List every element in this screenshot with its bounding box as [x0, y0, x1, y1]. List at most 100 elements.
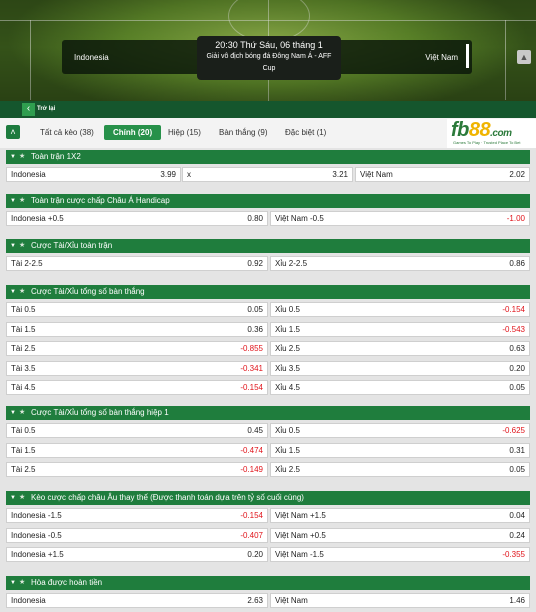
odds-cell[interactable]: Xỉu 2.5 0.05 — [270, 462, 530, 477]
odds-value: 0.86 — [509, 259, 525, 268]
collapse-all-icon[interactable]: ˄ — [6, 125, 20, 139]
collapse-arrow-icon[interactable]: ▼ — [10, 194, 16, 208]
collapse-arrow-icon[interactable]: ▼ — [10, 491, 16, 505]
odds-cell[interactable]: Việt Nam +1.5 0.04 — [270, 508, 530, 523]
tab-half[interactable]: Hiệp (15) — [168, 128, 201, 137]
market-header[interactable]: ▼ ★ Cược Tài/Xỉu toàn trận — [6, 239, 530, 253]
market-header[interactable]: ▼ ★ Cược Tài/Xỉu tổng số bàn thắng — [6, 285, 530, 299]
selection-label: Xỉu 2-2.5 — [275, 259, 308, 268]
selection-label: Indonesia -1.5 — [11, 511, 62, 520]
odds-cell[interactable]: Tài 3.5 -0.341 — [6, 361, 268, 376]
odds-cell[interactable]: Indonesia 3.99 — [6, 167, 181, 182]
selection-label: Tài 2-2.5 — [11, 259, 43, 268]
odds-cell[interactable]: x 3.21 — [182, 167, 353, 182]
odds-cell[interactable]: Tài 0.5 0.05 — [6, 302, 268, 317]
favorite-star-icon[interactable]: ★ — [19, 194, 25, 208]
selection-label: Tài 0.5 — [11, 305, 36, 314]
odds-cell[interactable]: Tài 2-2.5 0.92 — [6, 256, 268, 271]
odds-cell[interactable]: Tài 2.5 -0.149 — [6, 462, 268, 477]
selection-label: Việt Nam — [360, 170, 393, 179]
selection-label: Indonesia — [11, 596, 46, 605]
favorite-star-icon[interactable]: ★ — [19, 406, 25, 420]
odds-cell[interactable]: Indonesia -1.5 -0.154 — [6, 508, 268, 523]
odds-value: 0.63 — [509, 344, 525, 353]
match-time-box: 20:30 Thứ Sáu, 06 tháng 1 Giải vô địch b… — [197, 36, 341, 80]
tab-goals[interactable]: Bàn thắng (9) — [219, 128, 267, 137]
selection-label: x — [187, 170, 191, 179]
favorite-star-icon[interactable]: ★ — [19, 150, 25, 164]
odds-value: 0.05 — [509, 383, 525, 392]
odds-cell[interactable]: Xỉu 1.5 0.31 — [270, 443, 530, 458]
selection-label: Xỉu 3.5 — [275, 364, 300, 373]
odds-cell[interactable]: Tài 4.5 -0.154 — [6, 380, 268, 395]
odds-cell[interactable]: Việt Nam +0.5 0.24 — [270, 528, 530, 543]
odds-value: -0.474 — [240, 446, 263, 455]
odds-value: 2.02 — [509, 170, 525, 179]
odds-cell[interactable]: Việt Nam -1.5 -0.355 — [270, 547, 530, 562]
favorite-star-icon[interactable]: ★ — [19, 576, 25, 590]
back-link[interactable]: Trở lại — [37, 106, 55, 112]
odds-cell[interactable]: Xỉu 2.5 0.63 — [270, 341, 530, 356]
tab-all[interactable]: Tất cả kèo (38) — [40, 128, 94, 137]
market-header[interactable]: ▼ ★ Hòa được hoàn tiền — [6, 576, 530, 590]
collapse-arrow-icon[interactable]: ▼ — [10, 576, 16, 590]
selection-label: Xỉu 1.5 — [275, 325, 300, 334]
selection-label: Xỉu 0.5 — [275, 305, 300, 314]
odds-cell[interactable]: Tài 1.5 0.36 — [6, 322, 268, 337]
selection-label: Xỉu 0.5 — [275, 426, 300, 435]
odds-value: 3.21 — [332, 170, 348, 179]
odds-cell[interactable]: Xỉu 3.5 0.20 — [270, 361, 530, 376]
pin-icon[interactable]: ▲ — [517, 50, 531, 64]
odds-cell[interactable]: Xỉu 0.5 -0.625 — [270, 423, 530, 438]
market-title: Toàn trận cược chấp Châu Á Handicap — [31, 196, 170, 205]
odds-value: -0.355 — [502, 550, 525, 559]
odds-value: -0.855 — [240, 344, 263, 353]
selection-label: Tài 1.5 — [11, 325, 36, 334]
odds-cell[interactable]: Xỉu 2-2.5 0.86 — [270, 256, 530, 271]
collapse-arrow-icon[interactable]: ▼ — [10, 285, 16, 299]
odds-cell[interactable]: Indonesia +0.5 0.80 — [6, 211, 268, 226]
odds-cell[interactable]: Indonesia -0.5 -0.407 — [6, 528, 268, 543]
odds-value: -0.407 — [240, 531, 263, 540]
favorite-star-icon[interactable]: ★ — [19, 285, 25, 299]
collapse-arrow-icon[interactable]: ▼ — [10, 239, 16, 253]
odds-cell[interactable]: Indonesia 2.63 — [6, 593, 268, 608]
odds-cell[interactable]: Tài 1.5 -0.474 — [6, 443, 268, 458]
market-header[interactable]: ▼ ★ Cược Tài/Xỉu tổng số bàn thắng hiệp 1 — [6, 406, 530, 420]
tab-special[interactable]: Đặc biệt (1) — [285, 128, 326, 137]
odds-cell[interactable]: Việt Nam -0.5 -1.00 — [270, 211, 530, 226]
odds-cell[interactable]: Indonesia +1.5 0.20 — [6, 547, 268, 562]
back-arrow-icon[interactable]: ‹ — [22, 103, 35, 116]
odds-cell[interactable]: Xỉu 4.5 0.05 — [270, 380, 530, 395]
selection-label: Indonesia +1.5 — [11, 550, 64, 559]
fb88-logo: fb88.com Games To Play · Trusted Place T… — [447, 119, 536, 148]
odds-value: -0.154 — [502, 305, 525, 314]
odds-cell[interactable]: Việt Nam 2.02 — [355, 167, 530, 182]
selection-label: Việt Nam -1.5 — [275, 550, 324, 559]
odds-value: 0.92 — [247, 259, 263, 268]
collapse-arrow-icon[interactable]: ▼ — [10, 150, 16, 164]
odds-value: 0.36 — [247, 325, 263, 334]
odds-cell[interactable]: Xỉu 0.5 -0.154 — [270, 302, 530, 317]
tab-main[interactable]: Chính (20) — [104, 125, 162, 140]
market-header[interactable]: ▼ ★ Toàn trận cược chấp Châu Á Handicap — [6, 194, 530, 208]
odds-value: -1.00 — [506, 214, 525, 223]
favorite-star-icon[interactable]: ★ — [19, 239, 25, 253]
odds-value: 0.80 — [247, 214, 263, 223]
favorite-star-icon[interactable]: ★ — [19, 491, 25, 505]
odds-value: -0.154 — [240, 511, 263, 520]
odds-cell[interactable]: Xỉu 1.5 -0.543 — [270, 322, 530, 337]
home-team-name: Indonesia — [74, 53, 109, 62]
market-header[interactable]: ▼ ★ Toàn trận 1X2 — [6, 150, 530, 164]
odds-value: -0.625 — [502, 426, 525, 435]
market-title: Toàn trận 1X2 — [31, 152, 81, 161]
odds-value: 1.46 — [509, 596, 525, 605]
odds-value: 3.99 — [160, 170, 176, 179]
odds-cell[interactable]: Tài 0.5 0.45 — [6, 423, 268, 438]
selection-label: Xỉu 2.5 — [275, 344, 300, 353]
selection-label: Tài 2.5 — [11, 465, 36, 474]
market-header[interactable]: ▼ ★ Kèo cược chấp châu Âu thay thế (Được t… — [6, 491, 530, 505]
collapse-arrow-icon[interactable]: ▼ — [10, 406, 16, 420]
odds-cell[interactable]: Việt Nam 1.46 — [270, 593, 530, 608]
odds-cell[interactable]: Tài 2.5 -0.855 — [6, 341, 268, 356]
